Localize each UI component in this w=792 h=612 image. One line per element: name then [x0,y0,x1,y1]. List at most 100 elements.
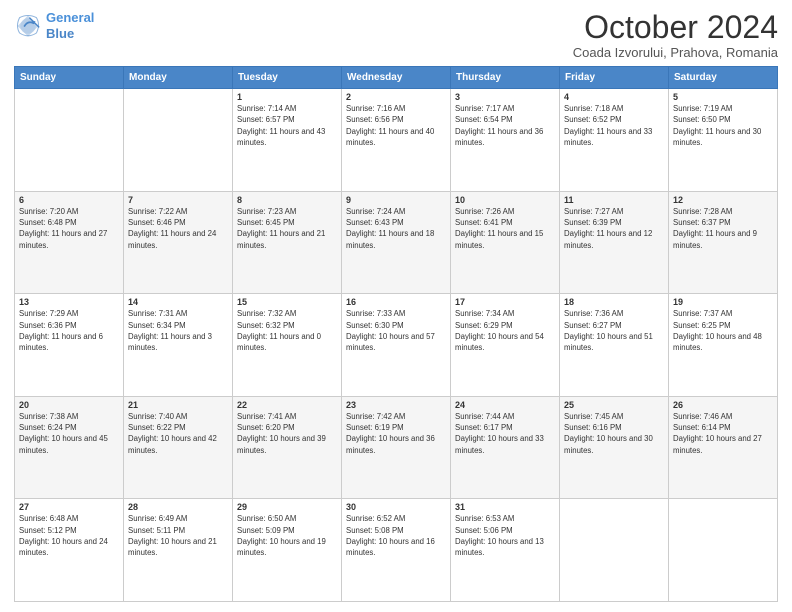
day-info: Sunrise: 6:50 AMSunset: 5:09 PMDaylight:… [237,513,337,558]
day-number: 29 [237,502,337,512]
logo: General Blue [14,10,94,41]
day-cell: 31 Sunrise: 6:53 AMSunset: 5:06 PMDaylig… [451,499,560,602]
day-info: Sunrise: 7:29 AMSunset: 6:36 PMDaylight:… [19,308,119,353]
page: General Blue October 2024 Coada Izvorulu… [0,0,792,612]
day-number: 31 [455,502,555,512]
title-section: October 2024 Coada Izvorului, Prahova, R… [573,10,778,60]
day-number: 9 [346,195,446,205]
day-number: 11 [564,195,664,205]
day-number: 1 [237,92,337,102]
col-header-thursday: Thursday [451,67,560,89]
day-cell: 25 Sunrise: 7:45 AMSunset: 6:16 PMDaylig… [560,396,669,499]
col-header-wednesday: Wednesday [342,67,451,89]
day-info: Sunrise: 7:32 AMSunset: 6:32 PMDaylight:… [237,308,337,353]
day-info: Sunrise: 7:38 AMSunset: 6:24 PMDaylight:… [19,411,119,456]
day-cell: 4 Sunrise: 7:18 AMSunset: 6:52 PMDayligh… [560,89,669,192]
day-cell: 24 Sunrise: 7:44 AMSunset: 6:17 PMDaylig… [451,396,560,499]
col-header-tuesday: Tuesday [233,67,342,89]
day-info: Sunrise: 7:46 AMSunset: 6:14 PMDaylight:… [673,411,773,456]
day-info: Sunrise: 7:28 AMSunset: 6:37 PMDaylight:… [673,206,773,251]
day-number: 27 [19,502,119,512]
day-number: 17 [455,297,555,307]
day-number: 14 [128,297,228,307]
day-number: 30 [346,502,446,512]
day-cell: 17 Sunrise: 7:34 AMSunset: 6:29 PMDaylig… [451,294,560,397]
logo-icon [14,12,42,40]
day-cell: 1 Sunrise: 7:14 AMSunset: 6:57 PMDayligh… [233,89,342,192]
day-info: Sunrise: 7:18 AMSunset: 6:52 PMDaylight:… [564,103,664,148]
day-info: Sunrise: 7:41 AMSunset: 6:20 PMDaylight:… [237,411,337,456]
day-number: 25 [564,400,664,410]
day-number: 13 [19,297,119,307]
day-number: 7 [128,195,228,205]
day-number: 21 [128,400,228,410]
calendar-table: SundayMondayTuesdayWednesdayThursdayFrid… [14,66,778,602]
day-info: Sunrise: 7:40 AMSunset: 6:22 PMDaylight:… [128,411,228,456]
day-cell: 2 Sunrise: 7:16 AMSunset: 6:56 PMDayligh… [342,89,451,192]
day-number: 2 [346,92,446,102]
day-info: Sunrise: 7:22 AMSunset: 6:46 PMDaylight:… [128,206,228,251]
day-cell: 12 Sunrise: 7:28 AMSunset: 6:37 PMDaylig… [669,191,778,294]
day-number: 22 [237,400,337,410]
day-number: 8 [237,195,337,205]
day-info: Sunrise: 7:37 AMSunset: 6:25 PMDaylight:… [673,308,773,353]
day-cell: 22 Sunrise: 7:41 AMSunset: 6:20 PMDaylig… [233,396,342,499]
day-number: 3 [455,92,555,102]
day-cell: 30 Sunrise: 6:52 AMSunset: 5:08 PMDaylig… [342,499,451,602]
day-number: 18 [564,297,664,307]
day-number: 28 [128,502,228,512]
day-info: Sunrise: 6:53 AMSunset: 5:06 PMDaylight:… [455,513,555,558]
day-cell: 28 Sunrise: 6:49 AMSunset: 5:11 PMDaylig… [124,499,233,602]
day-number: 24 [455,400,555,410]
day-cell: 11 Sunrise: 7:27 AMSunset: 6:39 PMDaylig… [560,191,669,294]
week-row-4: 20 Sunrise: 7:38 AMSunset: 6:24 PMDaylig… [15,396,778,499]
day-cell: 9 Sunrise: 7:24 AMSunset: 6:43 PMDayligh… [342,191,451,294]
day-cell: 13 Sunrise: 7:29 AMSunset: 6:36 PMDaylig… [15,294,124,397]
week-row-5: 27 Sunrise: 6:48 AMSunset: 5:12 PMDaylig… [15,499,778,602]
day-number: 6 [19,195,119,205]
day-cell: 14 Sunrise: 7:31 AMSunset: 6:34 PMDaylig… [124,294,233,397]
day-number: 20 [19,400,119,410]
week-row-2: 6 Sunrise: 7:20 AMSunset: 6:48 PMDayligh… [15,191,778,294]
day-info: Sunrise: 7:42 AMSunset: 6:19 PMDaylight:… [346,411,446,456]
day-info: Sunrise: 7:23 AMSunset: 6:45 PMDaylight:… [237,206,337,251]
col-header-sunday: Sunday [15,67,124,89]
day-info: Sunrise: 7:33 AMSunset: 6:30 PMDaylight:… [346,308,446,353]
day-cell: 18 Sunrise: 7:36 AMSunset: 6:27 PMDaylig… [560,294,669,397]
day-number: 12 [673,195,773,205]
day-number: 10 [455,195,555,205]
day-cell: 7 Sunrise: 7:22 AMSunset: 6:46 PMDayligh… [124,191,233,294]
day-cell: 6 Sunrise: 7:20 AMSunset: 6:48 PMDayligh… [15,191,124,294]
day-cell: 19 Sunrise: 7:37 AMSunset: 6:25 PMDaylig… [669,294,778,397]
day-info: Sunrise: 7:16 AMSunset: 6:56 PMDaylight:… [346,103,446,148]
day-cell: 8 Sunrise: 7:23 AMSunset: 6:45 PMDayligh… [233,191,342,294]
day-info: Sunrise: 7:19 AMSunset: 6:50 PMDaylight:… [673,103,773,148]
day-cell: 20 Sunrise: 7:38 AMSunset: 6:24 PMDaylig… [15,396,124,499]
day-cell: 15 Sunrise: 7:32 AMSunset: 6:32 PMDaylig… [233,294,342,397]
day-cell [15,89,124,192]
day-cell: 16 Sunrise: 7:33 AMSunset: 6:30 PMDaylig… [342,294,451,397]
day-info: Sunrise: 7:45 AMSunset: 6:16 PMDaylight:… [564,411,664,456]
day-info: Sunrise: 6:48 AMSunset: 5:12 PMDaylight:… [19,513,119,558]
col-header-monday: Monday [124,67,233,89]
logo-general: General [46,10,94,25]
day-cell: 10 Sunrise: 7:26 AMSunset: 6:41 PMDaylig… [451,191,560,294]
main-title: October 2024 [573,10,778,45]
day-number: 4 [564,92,664,102]
day-info: Sunrise: 7:31 AMSunset: 6:34 PMDaylight:… [128,308,228,353]
day-number: 26 [673,400,773,410]
day-number: 5 [673,92,773,102]
day-info: Sunrise: 7:44 AMSunset: 6:17 PMDaylight:… [455,411,555,456]
day-info: Sunrise: 7:14 AMSunset: 6:57 PMDaylight:… [237,103,337,148]
day-cell: 23 Sunrise: 7:42 AMSunset: 6:19 PMDaylig… [342,396,451,499]
subtitle: Coada Izvorului, Prahova, Romania [573,45,778,60]
day-info: Sunrise: 7:36 AMSunset: 6:27 PMDaylight:… [564,308,664,353]
day-cell: 5 Sunrise: 7:19 AMSunset: 6:50 PMDayligh… [669,89,778,192]
day-number: 16 [346,297,446,307]
day-cell [560,499,669,602]
day-info: Sunrise: 7:20 AMSunset: 6:48 PMDaylight:… [19,206,119,251]
day-number: 19 [673,297,773,307]
col-header-friday: Friday [560,67,669,89]
day-info: Sunrise: 6:52 AMSunset: 5:08 PMDaylight:… [346,513,446,558]
day-number: 15 [237,297,337,307]
